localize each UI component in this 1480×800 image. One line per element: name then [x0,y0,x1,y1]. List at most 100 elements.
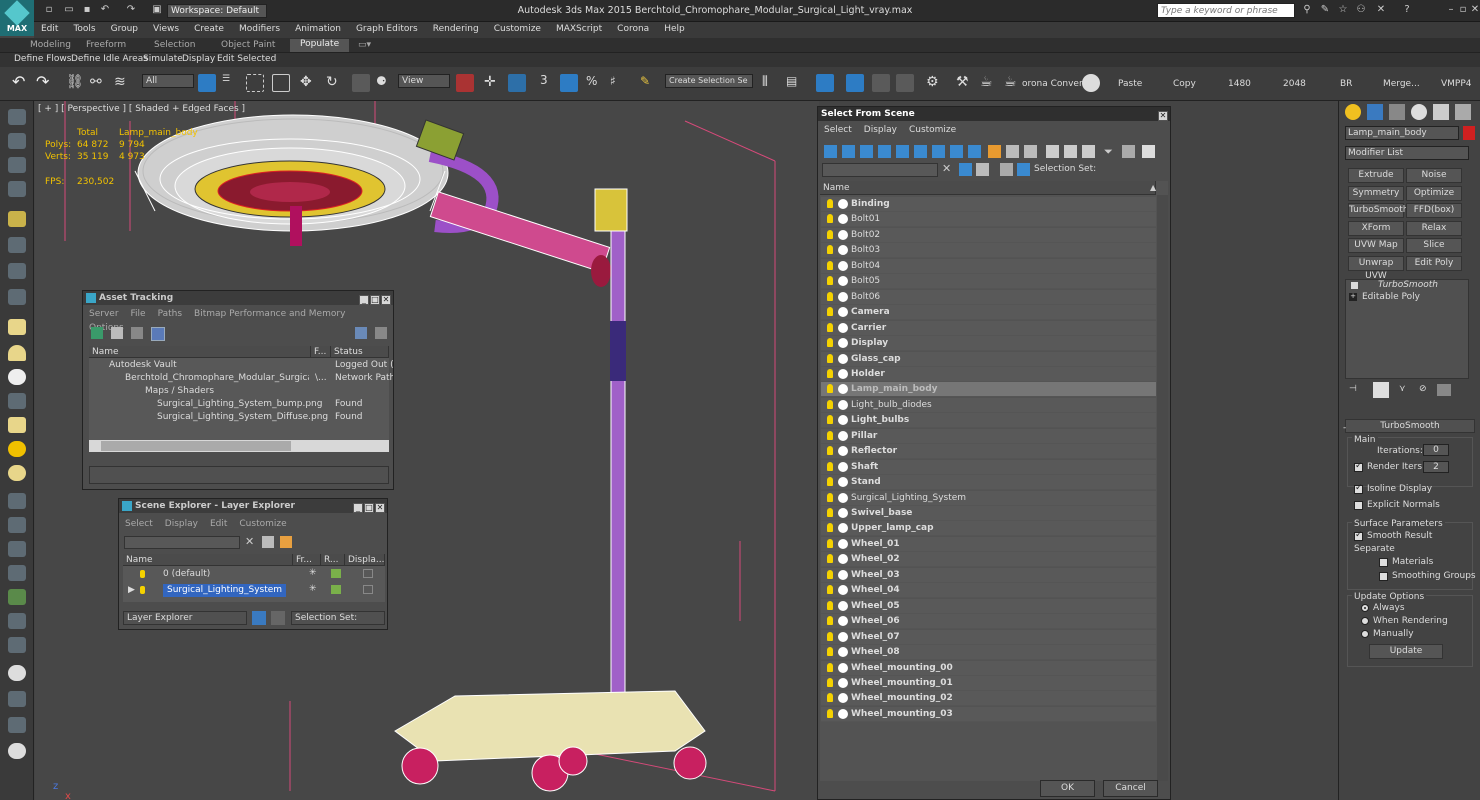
explicit-normals-checkbox[interactable] [1354,501,1363,510]
tool-icon-12[interactable] [8,541,26,557]
utilities-tab-icon[interactable] [1455,104,1471,120]
light-bulb-icon[interactable] [140,586,145,594]
viewport-label[interactable]: [ + ] [ Perspective ] [ Shaded + Edged F… [38,104,245,114]
ribbon-toggle-icon[interactable]: ▭▾ [358,40,371,50]
menu-display[interactable]: Display [159,517,204,531]
light-bulb-icon[interactable] [827,492,833,502]
object-row[interactable]: Binding [821,197,1156,212]
vmpp-button[interactable]: VMPP4 [1441,79,1472,89]
tool-icon-2[interactable] [8,133,26,149]
object-row[interactable]: Surgical_Lighting_System [821,490,1156,506]
select-from-scene-titlebar[interactable]: Select From Scene ✕ [818,107,1170,121]
hierarchy-icon[interactable] [1017,163,1030,176]
tab-modeling[interactable]: Modeling [30,40,71,50]
layer-icon[interactable] [280,536,292,548]
box-icon[interactable] [8,319,26,335]
layer-row-default[interactable]: 0 (default) [163,568,210,581]
render-teapot-icon[interactable] [331,569,341,578]
select-object-icon[interactable] [198,74,216,92]
extrude-button[interactable]: Extrude [1348,168,1404,183]
object-row[interactable]: Pillar [821,428,1156,444]
display-all-icon[interactable] [1046,145,1059,158]
light-bulb-icon[interactable] [827,430,833,440]
symmetry-button[interactable]: Symmetry [1348,186,1404,201]
object-row[interactable]: Bolt03 [821,243,1156,259]
light-bulb-icon[interactable] [827,276,833,286]
menu-file[interactable]: File [125,307,152,321]
object-row[interactable]: Bolt06 [821,289,1156,305]
object-row[interactable]: Light_bulbs [821,413,1156,429]
object-row[interactable]: Wheel_05 [821,598,1156,614]
maximize-icon[interactable]: □ [370,295,380,305]
keyboard-shortcut-icon[interactable] [508,74,526,92]
light-bulb-icon[interactable] [827,229,833,239]
maximize-icon[interactable]: □ [364,503,374,513]
freeze-icon[interactable]: ✳ [309,568,317,578]
tab-freeform[interactable]: Freeform [86,40,126,50]
tool-icon-7[interactable] [8,263,26,279]
light-bulb-icon[interactable] [827,415,833,425]
undo-icon[interactable]: ↶ [12,74,30,92]
display-hidden-icon[interactable] [1024,145,1037,158]
manually-radio[interactable] [1361,630,1369,638]
display-button[interactable]: Display [182,54,215,64]
light-bulb-icon[interactable] [827,647,833,657]
object-row[interactable]: Reflector [821,444,1156,460]
light-bulb-icon[interactable] [827,477,833,487]
edit-selected-button[interactable]: Edit Selected [217,54,276,64]
copy-button[interactable]: Copy [1173,79,1196,89]
isoline-display-checkbox[interactable] [1354,483,1363,494]
close-icon[interactable]: ✕ [381,295,391,305]
menu-views[interactable]: Views [146,22,187,34]
object-row[interactable]: Wheel_03 [821,567,1156,583]
smooth-result-checkbox[interactable] [1354,530,1363,541]
menu-modifiers[interactable]: Modifiers [232,22,288,34]
list-view-icon[interactable] [111,327,123,339]
turbosmooth-button[interactable]: TurboSmooth [1348,203,1408,218]
refresh-icon[interactable] [91,327,103,339]
display-groups-icon[interactable] [932,145,945,158]
tab-selection[interactable]: Selection [154,40,195,50]
render-teapot-icon[interactable] [331,585,341,594]
app-logo[interactable]: MAX [0,0,34,36]
tool-icon-11[interactable] [8,517,26,533]
object-row[interactable]: Display [821,336,1156,352]
redo-icon[interactable]: ↷ [124,4,138,16]
object-row[interactable]: Wheel_mounting_01 [821,675,1156,691]
menu-animation[interactable]: Animation [288,22,349,34]
object-row[interactable]: Wheel_mounting_03 [821,706,1156,722]
light-icon[interactable] [8,441,26,457]
simulate-button[interactable]: Simulate [143,54,183,64]
menu-edit[interactable]: Edit [204,517,233,531]
light-bulb-icon[interactable] [827,353,833,363]
minimize-icon[interactable]: _ [359,295,369,305]
filter-options-icon[interactable] [1122,145,1135,158]
selection-filter-dropdown[interactable]: All [142,74,194,88]
light-bulb-icon[interactable] [827,322,833,332]
corona-icon[interactable] [1082,74,1100,92]
object-row[interactable]: Bolt05 [821,274,1156,290]
select-manipulate-icon[interactable]: ✛ [484,74,502,92]
curve-editor-icon[interactable] [872,74,890,92]
menu-help[interactable]: Help [657,22,693,34]
tool-icon-8[interactable] [8,289,26,305]
percent-snap-icon[interactable]: % [586,74,604,92]
tool-icon-15[interactable] [8,637,26,653]
selection-set-dropdown[interactable]: Selection Set: [291,611,385,625]
display-invert-icon[interactable] [1082,145,1095,158]
col-f[interactable]: F... [311,346,331,358]
configure-sets-icon[interactable] [1437,384,1451,396]
save-file-icon[interactable]: ▪ [80,4,94,16]
find-case-icon[interactable] [959,163,972,176]
display-box-icon[interactable] [363,585,373,594]
render-iters-spinner[interactable]: 2 [1423,461,1449,473]
stack-turbosmooth[interactable]: TurboSmooth [1378,280,1438,290]
asset-row-maps[interactable]: Maps / Shaders [145,385,214,398]
object-row[interactable]: Upper_lamp_cap [821,521,1156,537]
modifier-list-dropdown[interactable]: Modifier List [1345,146,1469,160]
light-bulb-icon[interactable] [827,631,833,641]
menu-corona[interactable]: Corona [610,22,657,34]
materials-checkbox[interactable] [1379,558,1388,567]
menu-customize[interactable]: Customize [233,517,292,531]
display-frozen-icon[interactable] [1006,145,1019,158]
